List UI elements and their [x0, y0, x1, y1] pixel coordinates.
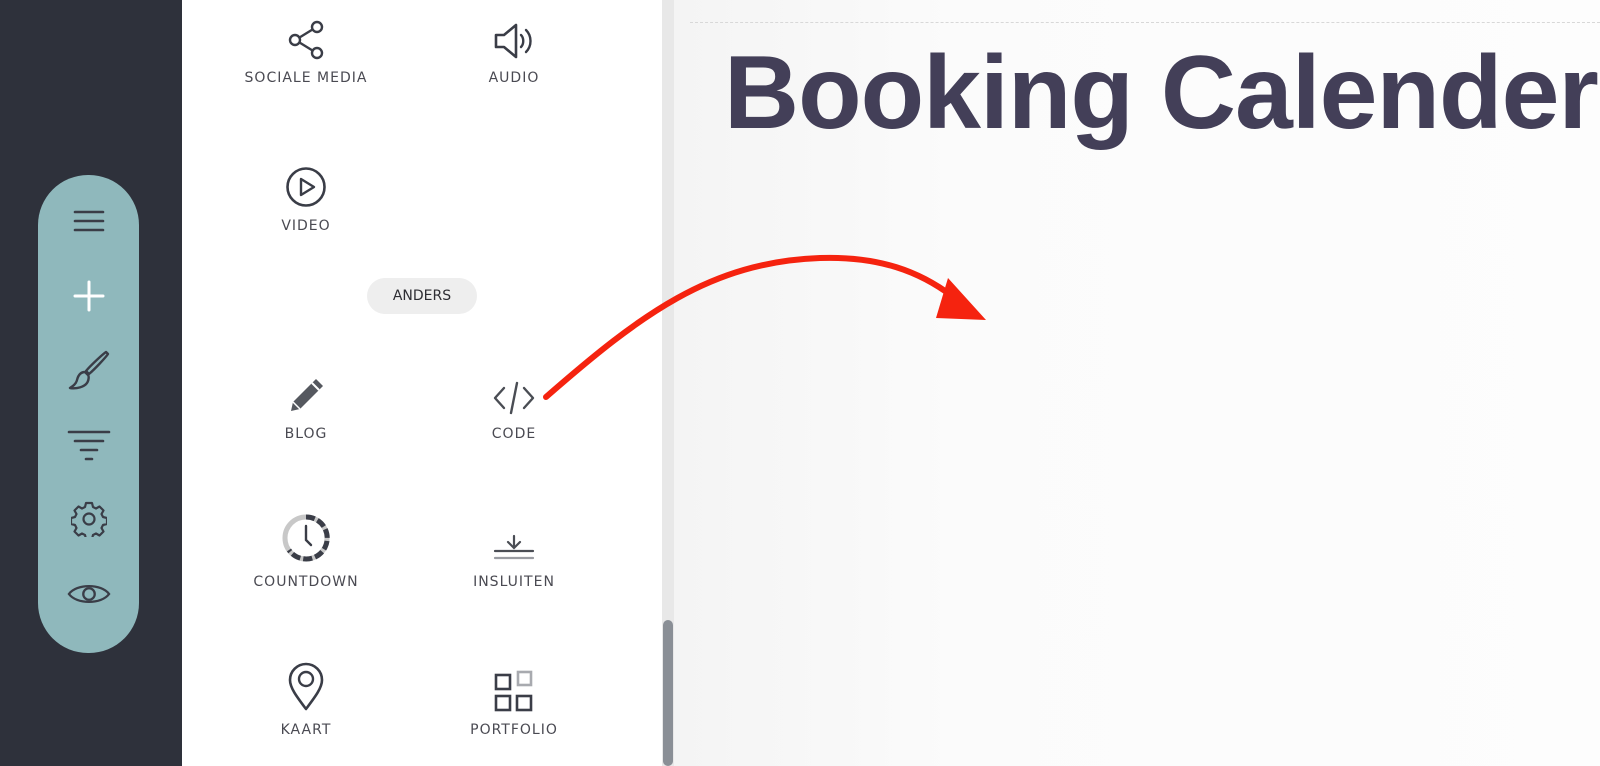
widget-label: COUNTDOWN [253, 574, 359, 590]
widget-embed[interactable]: INSLUITEN [424, 504, 604, 590]
settings-button[interactable] [67, 497, 111, 541]
portfolio-grid-icon [494, 670, 533, 712]
section-header-anders: ANDERS [367, 278, 477, 314]
widget-social-media[interactable]: SOCIALE MEDIA [216, 0, 396, 86]
section-boundary-line [690, 22, 1600, 23]
widget-countdown[interactable]: COUNTDOWN [216, 504, 396, 590]
filter-button[interactable] [67, 423, 111, 467]
widget-audio[interactable]: AUDIO [424, 0, 604, 86]
widget-label: AUDIO [488, 70, 540, 86]
map-pin-icon [288, 662, 324, 711]
widget-blog[interactable]: BLOG [216, 356, 396, 442]
widget-map[interactable]: KAART [216, 652, 396, 738]
pencil-icon [291, 379, 323, 411]
design-button[interactable] [67, 348, 111, 392]
preview-button[interactable] [66, 572, 111, 616]
embed-download-icon [493, 534, 535, 560]
widget-label: CODE [491, 426, 537, 442]
brush-icon [68, 350, 109, 390]
code-icon [493, 381, 535, 415]
panel-scrollbar-thumb[interactable] [663, 620, 673, 766]
widget-label: PORTFOLIO [470, 722, 558, 738]
gear-icon [70, 501, 107, 537]
filter-icon [67, 430, 110, 461]
page-heading[interactable]: Booking Calender [724, 34, 1599, 153]
share-icon [288, 20, 324, 60]
menu-icon [73, 210, 104, 232]
widget-code[interactable]: CODE [424, 356, 604, 442]
eye-icon [66, 584, 111, 604]
countdown-clock-icon [282, 514, 330, 562]
plus-icon [73, 280, 104, 312]
page-canvas[interactable]: Booking Calender [674, 0, 1600, 766]
left-rail [0, 0, 182, 766]
widget-label: SOCIALE MEDIA [244, 70, 368, 86]
tool-pill [38, 175, 139, 653]
panel-scrollbar[interactable] [662, 0, 674, 766]
speaker-icon [494, 23, 532, 59]
widget-label: INSLUITEN [473, 574, 555, 590]
widget-label: BLOG [284, 426, 328, 442]
add-button[interactable] [67, 274, 111, 318]
menu-button[interactable] [67, 199, 111, 243]
play-circle-icon [286, 167, 326, 207]
widget-panel: SOCIALE MEDIA AUDIO VIDEO ANDERS BLOG CO… [182, 0, 662, 766]
widget-portfolio[interactable]: PORTFOLIO [424, 652, 604, 738]
widget-video[interactable]: VIDEO [216, 148, 396, 234]
widget-label: VIDEO [281, 218, 331, 234]
widget-label: KAART [280, 722, 332, 738]
